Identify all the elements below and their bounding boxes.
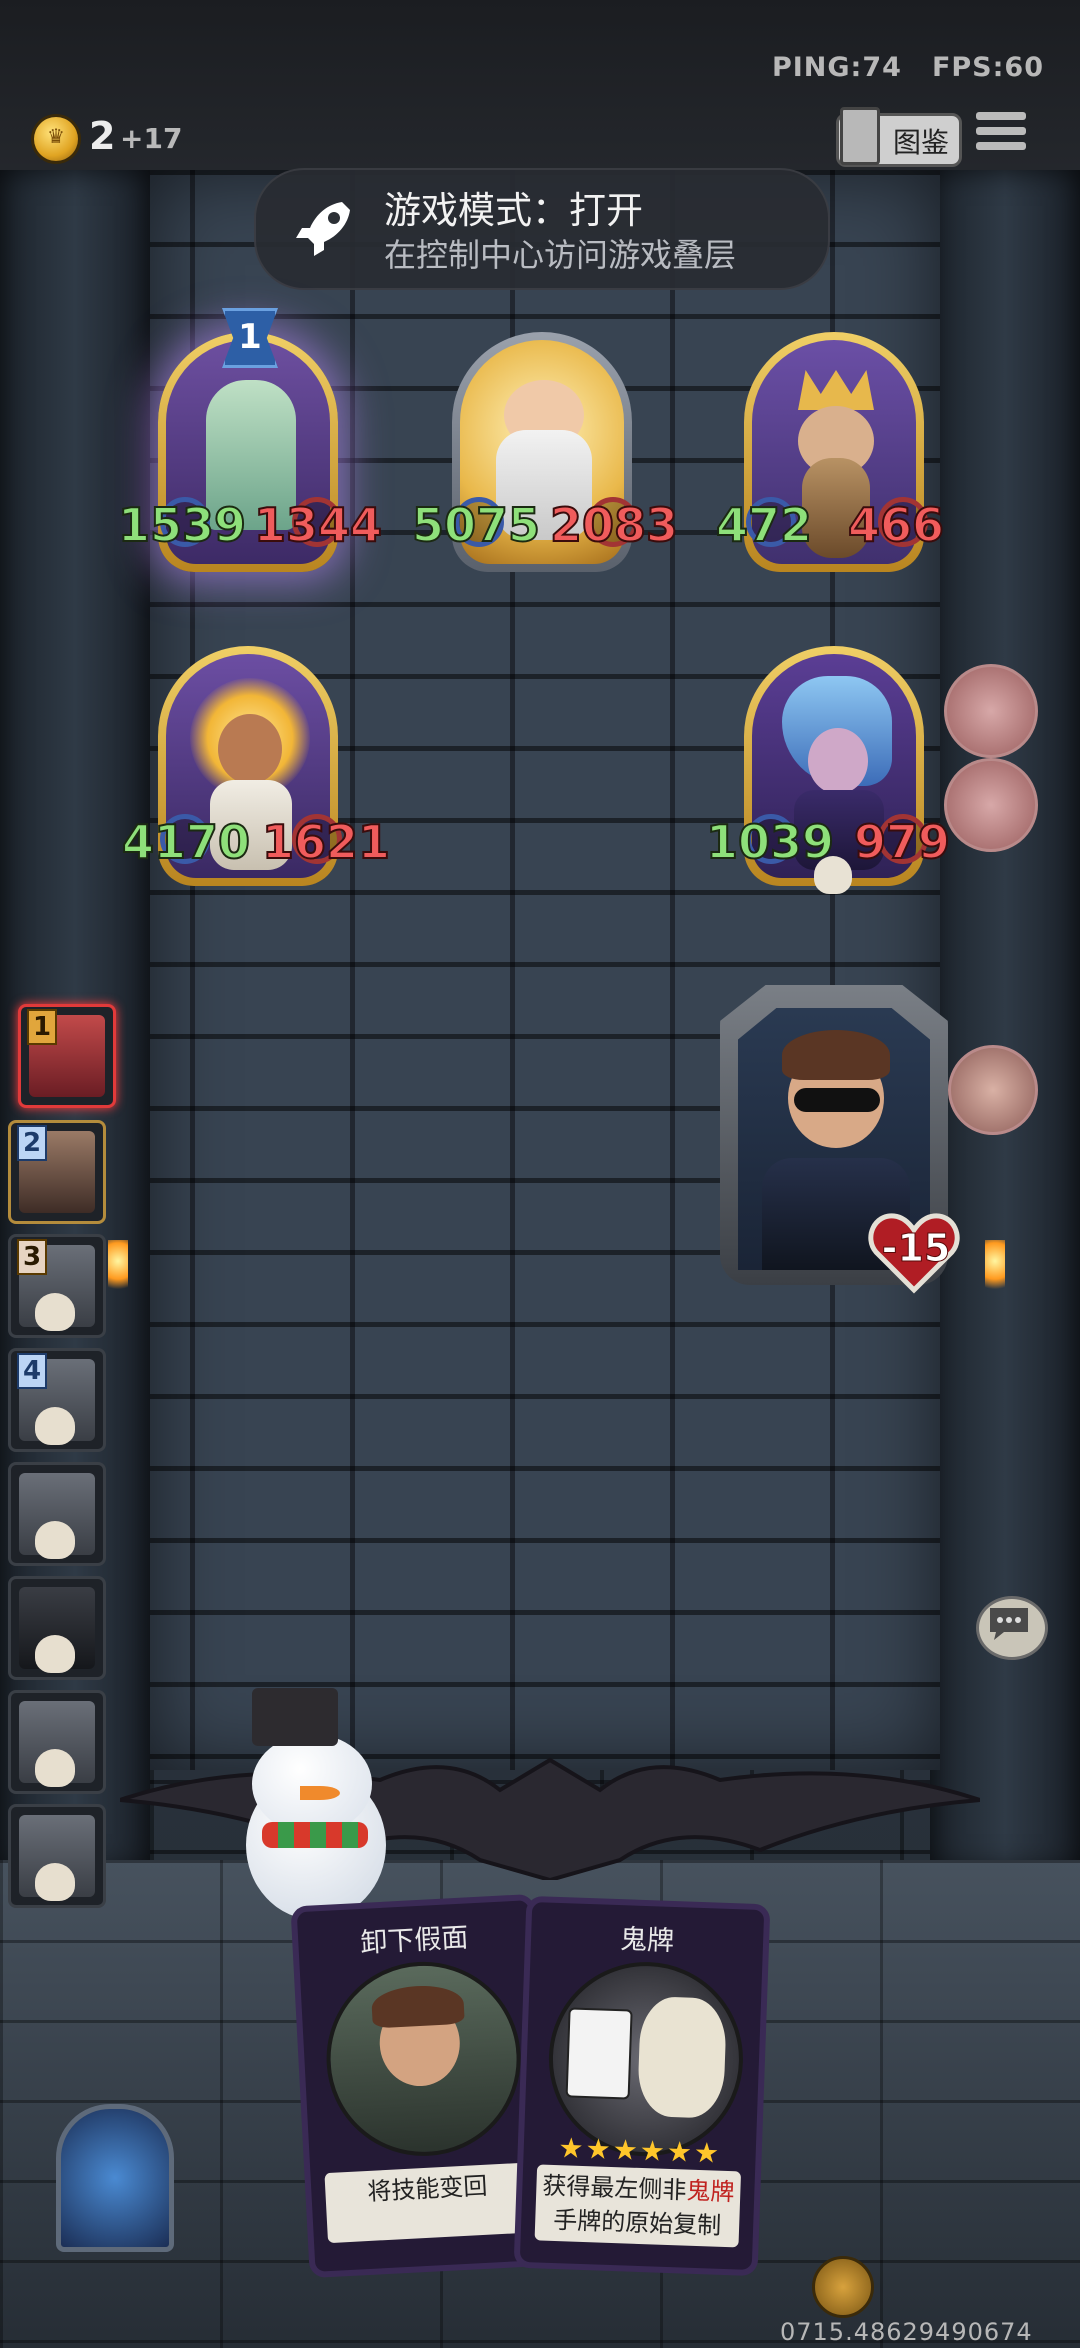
skull-icon xyxy=(35,1635,75,1673)
notification-title: 游戏模式：打开 xyxy=(384,189,643,232)
carrot-nose xyxy=(300,1786,340,1800)
notification-subtitle: 在控制中心访问游戏叠层 xyxy=(384,236,737,274)
network-stats: PING:74 FPS:60 xyxy=(742,52,1044,83)
card-title: 鬼牌 xyxy=(619,1924,675,1958)
skull-icon xyxy=(814,856,852,894)
skull-icon xyxy=(636,1995,728,2119)
turn-order-slot[interactable]: 2 xyxy=(8,1120,106,1224)
magician-hair xyxy=(370,1983,465,2029)
menu-button[interactable] xyxy=(976,112,1026,158)
card-title: 卸下假面 xyxy=(359,1922,470,1960)
hero-attack: 4170 xyxy=(121,814,251,870)
rocket-icon xyxy=(296,202,350,256)
turn-order-slot[interactable] xyxy=(8,1804,106,1908)
hero-health: 2083 xyxy=(549,497,679,553)
turn-order-slot[interactable]: 3 xyxy=(8,1234,106,1338)
card-description: 将技能变回 xyxy=(324,2162,532,2244)
gold-count: 2 xyxy=(89,114,116,158)
codex-label: 图鉴 xyxy=(893,126,950,159)
hero-health: 979 xyxy=(853,814,951,870)
hamburger-line xyxy=(976,142,1026,150)
book-icon xyxy=(840,107,880,165)
hero-health: 1344 xyxy=(253,497,383,553)
card-art xyxy=(321,1956,526,2161)
top-hat-icon xyxy=(252,1688,338,1746)
playing-card-icon xyxy=(565,2007,633,2100)
hamburger-icon xyxy=(976,112,1026,120)
snowman-head xyxy=(252,1734,372,1834)
card-art xyxy=(545,1958,747,2160)
skull-icon xyxy=(35,1293,75,1331)
hamburger-line xyxy=(976,127,1026,135)
hero-attack: 1039 xyxy=(705,814,835,870)
player-hair xyxy=(782,1030,890,1080)
turn-order-number: 1 xyxy=(27,1009,57,1045)
hero-attack: 1539 xyxy=(117,497,247,553)
hero-health: 1621 xyxy=(261,814,391,870)
turn-order-number: 4 xyxy=(17,1353,47,1389)
turn-order-slot[interactable] xyxy=(8,1576,106,1680)
card-text-keyword: 鬼牌 xyxy=(685,2176,735,2207)
skull-icon xyxy=(35,1407,75,1445)
turn-order-number: 3 xyxy=(17,1239,47,1275)
left-torch-flame xyxy=(108,1240,128,1300)
hand-card-joker[interactable]: 鬼牌 ★★★★★★ 获得最左侧非鬼牌 手牌的原始复制 xyxy=(513,1895,771,2277)
turn-order-slot[interactable] xyxy=(8,1690,106,1794)
priestess-face xyxy=(218,714,282,784)
hero-health: 466 xyxy=(847,497,945,553)
campfire-buff-icon[interactable] xyxy=(948,1045,1038,1135)
pig-buff-icon[interactable] xyxy=(944,664,1038,758)
gold-income: +17 xyxy=(120,122,183,155)
crown-icon xyxy=(798,370,874,410)
turn-order-slot[interactable]: 4 xyxy=(8,1348,106,1452)
hero-attack: 5075 xyxy=(411,497,541,553)
card-description: 获得最左侧非鬼牌 手牌的原始复制 xyxy=(534,2164,742,2248)
chat-bubble-icon xyxy=(990,1608,1028,1640)
card-text-part: 获得最左侧非 xyxy=(541,2171,687,2205)
skull-icon xyxy=(35,1749,75,1787)
right-torch-flame xyxy=(985,1240,1005,1300)
skull-icon xyxy=(35,1863,75,1901)
portal-button[interactable] xyxy=(56,2104,174,2252)
turn-order-number: 2 xyxy=(17,1125,47,1161)
pig-buff-icon[interactable] xyxy=(944,758,1038,852)
fps-readout: FPS:60 xyxy=(931,52,1044,83)
mask-icon xyxy=(794,1088,880,1112)
turn-order-slot[interactable]: 1 xyxy=(18,1004,116,1108)
hero-attack: 472 xyxy=(715,497,813,553)
card-text-part: 手牌的原始复制 xyxy=(552,2205,722,2240)
crown-icon: ♛ xyxy=(47,124,65,148)
build-version: 0715.48629490674 xyxy=(780,2318,1033,2346)
health-change: -15 xyxy=(881,1226,951,1271)
skull-icon xyxy=(35,1521,75,1559)
bell-button[interactable] xyxy=(812,2256,874,2318)
scarf xyxy=(262,1822,368,1848)
ping-readout: PING:74 xyxy=(771,52,902,83)
sorceress-face xyxy=(808,728,868,794)
turn-order-slot[interactable] xyxy=(8,1462,106,1566)
hand-card-unmask[interactable]: 卸下假面 将技能变回 xyxy=(290,1893,554,2279)
